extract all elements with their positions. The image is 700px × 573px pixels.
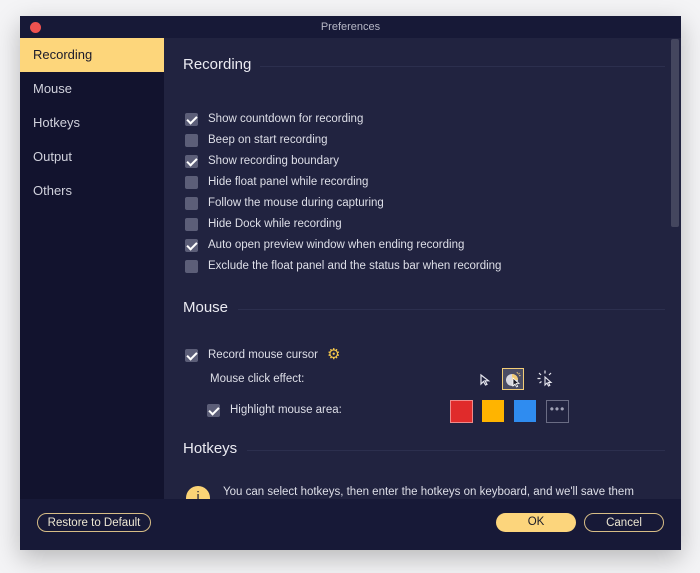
title-bar: Preferences [20,16,681,38]
hotkeys-section-title: Hotkeys [183,440,238,457]
sidebar: Recording Mouse Hotkeys Output Others [20,38,164,499]
option-highlight-mouse-area[interactable]: Highlight mouse area: [207,402,342,418]
cursor-highlight-icon[interactable] [502,368,524,390]
cursor-plain-icon[interactable] [474,369,496,391]
checkbox[interactable] [185,196,198,210]
option-label: Beep on start recording [208,134,328,146]
sidebar-item-output[interactable]: Output [20,140,164,174]
option-show-countdown[interactable]: Show countdown for recording [185,111,363,127]
option-label: Follow the mouse during capturing [208,197,384,209]
cursor-burst-icon[interactable] [535,368,557,390]
cancel-button[interactable]: Cancel [584,513,664,532]
sidebar-item-hotkeys[interactable]: Hotkeys [20,106,164,140]
option-beep-on-start[interactable]: Beep on start recording [185,132,328,148]
option-label: Hide Dock while recording [208,218,342,230]
checkbox[interactable] [185,175,198,189]
option-label: Show recording boundary [208,155,340,167]
option-show-boundary[interactable]: Show recording boundary [185,153,339,169]
window-title: Preferences [320,21,381,33]
click-effect-label: Mouse click effect: [210,373,305,385]
option-label: Record mouse cursor [208,349,318,361]
recording-section-title: Recording [183,56,252,73]
preferences-window: Preferences Recording Mouse Hotkeys Outp… [20,16,681,550]
option-auto-open-preview[interactable]: Auto open preview window when ending rec… [185,237,464,253]
section-divider [260,66,665,67]
checkbox[interactable] [207,403,220,417]
checkbox[interactable] [185,154,198,168]
option-hide-float-panel[interactable]: Hide float panel while recording [185,174,368,190]
checkbox[interactable] [185,259,198,273]
checkbox[interactable] [185,217,198,231]
ok-button[interactable]: OK [496,513,576,532]
option-label: Highlight mouse area: [230,404,342,416]
hotkeys-info-text: You can select hotkeys, then enter the h… [223,486,634,498]
option-exclude-float-panel[interactable]: Exclude the float panel and the status b… [185,258,501,274]
scrollbar-thumb[interactable] [671,39,679,227]
gear-icon[interactable]: ⚙ [327,347,340,362]
checkbox[interactable] [185,112,198,126]
footer: Restore to Default OK Cancel [20,499,681,550]
option-hide-dock[interactable]: Hide Dock while recording [185,216,342,232]
option-label: Auto open preview window when ending rec… [208,239,465,251]
checkbox[interactable] [185,348,198,362]
option-label: Hide float panel while recording [208,176,369,188]
sidebar-item-mouse[interactable]: Mouse [20,72,164,106]
info-icon: i [186,486,210,499]
color-swatch-red[interactable] [450,400,473,423]
mouse-section-title: Mouse [183,299,229,316]
checkbox[interactable] [185,133,198,147]
option-follow-mouse[interactable]: Follow the mouse during capturing [185,195,384,211]
scrollbar[interactable] [669,38,681,499]
section-divider [238,309,665,310]
settings-panel: Recording Show countdown for recording B… [164,38,681,499]
more-colors-button[interactable]: ••• [546,400,569,423]
checkbox[interactable] [185,238,198,252]
section-divider [247,450,665,451]
color-swatch-yellow[interactable] [482,400,504,422]
sidebar-item-others[interactable]: Others [20,174,164,208]
restore-default-button[interactable]: Restore to Default [37,513,151,532]
sidebar-item-recording[interactable]: Recording [20,38,164,72]
color-swatch-blue[interactable] [514,400,536,422]
option-label: Show countdown for recording [208,113,364,125]
option-record-mouse-cursor[interactable]: Record mouse cursor ⚙ [185,347,340,363]
option-label: Exclude the float panel and the status b… [208,260,502,272]
